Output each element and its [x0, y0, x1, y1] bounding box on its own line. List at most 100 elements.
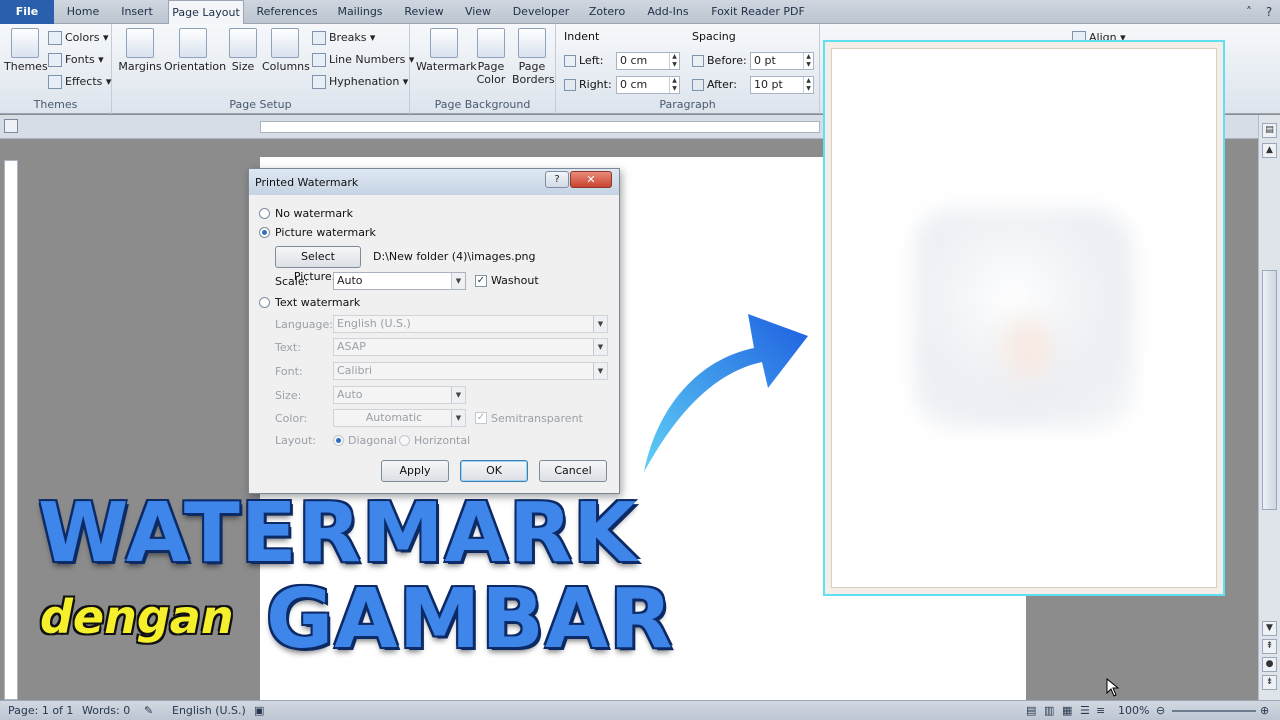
tab-review[interactable]: Review	[398, 0, 450, 24]
scroll-up-icon[interactable]: ▲	[1262, 143, 1277, 158]
outline-view-icon[interactable]: ☰	[1080, 701, 1090, 720]
columns-button[interactable]: Columns	[262, 28, 310, 73]
language-select[interactable]: English (U.S.) ▼	[333, 315, 608, 333]
no-watermark-radio[interactable]	[259, 208, 270, 219]
hyphenation-button[interactable]: Hyphenation ▾	[312, 72, 408, 92]
page-color-button[interactable]: Page Color	[474, 28, 508, 86]
chevron-down-icon[interactable]: ▼	[451, 410, 465, 426]
horizontal-radio[interactable]	[399, 435, 410, 446]
tab-selector-icon[interactable]	[4, 119, 18, 133]
indent-right-label: Right:	[564, 78, 612, 91]
text-select[interactable]: ASAP ▼	[333, 338, 608, 356]
washout-label[interactable]: Washout	[491, 274, 539, 287]
spacing-after-label: After:	[692, 78, 737, 91]
no-watermark-label[interactable]: No watermark	[275, 207, 353, 220]
minimize-ribbon-icon[interactable]: ˄	[1240, 3, 1258, 21]
breaks-button[interactable]: Breaks ▾	[312, 28, 375, 48]
zoom-out-icon[interactable]: ⊖	[1156, 701, 1165, 720]
size-select[interactable]: Auto ▼	[333, 386, 466, 404]
web-layout-view-icon[interactable]: ▦	[1062, 701, 1072, 720]
zoom-level[interactable]: 100%	[1118, 701, 1149, 720]
tab-developer[interactable]: Developer	[508, 0, 574, 24]
ruler-strip[interactable]	[260, 121, 820, 133]
orientation-button[interactable]: Orientation	[164, 28, 226, 73]
zoom-slider[interactable]	[1172, 710, 1256, 712]
chevron-down-icon[interactable]: ▼	[451, 273, 465, 289]
effects-button[interactable]: Effects ▾	[48, 72, 111, 92]
colors-button[interactable]: Colors ▾	[48, 28, 108, 48]
line-numbers-button[interactable]: Line Numbers ▾	[312, 50, 414, 70]
color-select[interactable]: Automatic ▼	[333, 409, 466, 427]
tab-page-layout[interactable]: Page Layout	[168, 0, 244, 24]
fonts-button[interactable]: Fonts ▾	[48, 50, 104, 70]
chevron-down-icon[interactable]: ▼	[593, 316, 607, 332]
tab-add-ins[interactable]: Add-Ins	[640, 0, 696, 24]
semitransparent-label[interactable]: Semitransparent	[491, 412, 583, 425]
select-browse-object-icon[interactable]: ●	[1262, 657, 1277, 672]
hyphenation-icon	[312, 75, 326, 89]
ok-button[interactable]: OK	[460, 460, 528, 482]
dialog-titlebar[interactable]: Printed Watermark ? ✕	[249, 169, 619, 195]
indent-right-input[interactable]: 0 cm ▲ ▼	[616, 76, 680, 94]
chevron-down-icon[interactable]: ▼	[593, 339, 607, 355]
select-picture-button[interactable]: Select Picture...	[275, 246, 361, 283]
picture-watermark-label[interactable]: Picture watermark	[275, 226, 376, 239]
chevron-down-icon[interactable]: ▼	[451, 387, 465, 403]
tab-mailings[interactable]: Mailings	[330, 0, 390, 24]
text-watermark-radio[interactable]	[259, 297, 270, 308]
diagonal-radio[interactable]	[333, 435, 344, 446]
zoom-in-icon[interactable]: ⊕	[1260, 701, 1269, 720]
margins-button[interactable]: Margins	[118, 28, 162, 73]
picture-watermark-radio[interactable]	[259, 227, 270, 238]
spacing-before-spin-icon[interactable]: ▲ ▼	[803, 53, 813, 69]
indent-right-spin-icon[interactable]: ▲ ▼	[669, 77, 679, 93]
tab-insert[interactable]: Insert	[112, 0, 162, 24]
page-borders-button[interactable]: Page Borders	[512, 28, 555, 86]
full-screen-reading-view-icon[interactable]: ▥	[1044, 701, 1054, 720]
draft-view-icon[interactable]: ≡	[1096, 701, 1105, 720]
font-select[interactable]: Calibri ▼	[333, 362, 608, 380]
tab-zotero[interactable]: Zotero	[582, 0, 632, 24]
scroll-down-icon[interactable]: ▼	[1262, 621, 1277, 636]
status-word-count[interactable]: Words: 0	[82, 701, 130, 720]
chevron-down-icon[interactable]: ▼	[593, 363, 607, 379]
watermark-button[interactable]: Watermark	[416, 28, 477, 73]
diagonal-label[interactable]: Diagonal	[348, 434, 397, 447]
margins-icon	[126, 28, 154, 58]
indent-left-input[interactable]: 0 cm ▲ ▼	[616, 52, 680, 70]
next-page-icon[interactable]: ⇟	[1262, 675, 1277, 690]
watermark-icon	[430, 28, 458, 58]
status-language[interactable]: English (U.S.)	[172, 701, 246, 720]
spacing-before-input[interactable]: 0 pt ▲ ▼	[750, 52, 814, 70]
previous-page-icon[interactable]: ⇞	[1262, 639, 1277, 654]
spacing-after-input[interactable]: 10 pt ▲ ▼	[750, 76, 814, 94]
tab-file[interactable]: File	[0, 0, 54, 24]
spacing-after-spin-icon[interactable]: ▲ ▼	[803, 77, 813, 93]
dialog-close-button[interactable]: ✕	[570, 171, 612, 188]
scrollbar-thumb[interactable]	[1262, 270, 1277, 510]
size-button[interactable]: Size	[226, 28, 260, 73]
macro-recording-icon[interactable]: ▣	[254, 701, 264, 720]
scale-select[interactable]: Auto ▼	[333, 272, 466, 290]
text-watermark-label[interactable]: Text watermark	[275, 296, 360, 309]
indent-left-spin-icon[interactable]: ▲ ▼	[669, 53, 679, 69]
apply-button[interactable]: Apply	[381, 460, 449, 482]
vertical-scrollbar[interactable]: ▤ ▲ ▼ ⇞ ● ⇟	[1258, 115, 1280, 700]
print-layout-view-icon[interactable]: ▤	[1026, 701, 1036, 720]
horizontal-label[interactable]: Horizontal	[414, 434, 470, 447]
themes-button[interactable]: Themes	[4, 28, 48, 73]
washout-checkbox[interactable]: ✓	[475, 275, 487, 287]
help-icon[interactable]: ?	[1260, 3, 1278, 21]
font-label: Font:	[275, 365, 303, 378]
indent-left-text: Left:	[579, 54, 604, 67]
semitransparent-checkbox[interactable]: ✓	[475, 412, 487, 424]
tab-home[interactable]: Home	[58, 0, 108, 24]
ruler-toggle-icon[interactable]: ▤	[1262, 123, 1277, 138]
tab-foxit-reader-pdf[interactable]: Foxit Reader PDF	[706, 0, 810, 24]
status-page-count[interactable]: Page: 1 of 1	[8, 701, 73, 720]
tab-references[interactable]: References	[252, 0, 322, 24]
cancel-button[interactable]: Cancel	[539, 460, 607, 482]
proofing-icon[interactable]: ✎	[144, 701, 153, 720]
tab-view[interactable]: View	[458, 0, 498, 24]
dialog-help-button[interactable]: ?	[545, 171, 569, 188]
